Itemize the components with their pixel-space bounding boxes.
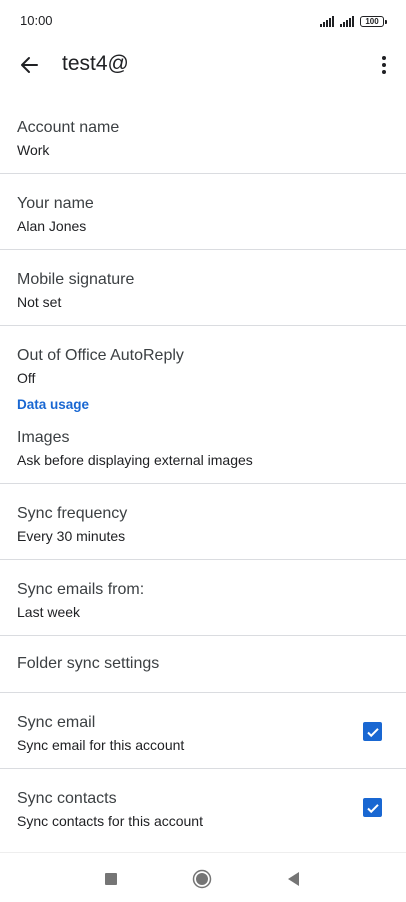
setting-title: Sync contacts — [17, 790, 117, 807]
back-button[interactable] — [14, 50, 44, 80]
setting-summary: Sync email for this account — [17, 737, 185, 753]
setting-sync-email[interactable]: Sync email Sync email for this account — [0, 693, 406, 769]
more-options-button[interactable] — [374, 50, 394, 80]
setting-summary: Not set — [17, 294, 62, 310]
circle-home-icon — [192, 869, 212, 889]
back-nav-button[interactable] — [283, 869, 303, 889]
setting-mobile-signature[interactable]: Mobile signature Not set — [0, 250, 406, 326]
status-time: 10:00 — [20, 13, 53, 28]
setting-sync-contacts[interactable]: Sync contacts Sync contacts for this acc… — [0, 769, 406, 847]
setting-summary: Off — [17, 370, 36, 386]
signal-icon — [320, 15, 334, 27]
setting-summary: Every 30 minutes — [17, 528, 126, 544]
status-bar: 10:00 100 — [0, 0, 406, 40]
setting-title: Folder sync settings — [17, 655, 160, 672]
section-header-data-usage: Data usage — [17, 397, 90, 412]
app-bar: test4@ — [0, 40, 406, 90]
setting-out-of-office[interactable]: Out of Office AutoReply Off — [0, 326, 406, 390]
setting-title: Sync emails from: — [17, 581, 145, 598]
signal-icon — [340, 15, 354, 27]
setting-title: Account name — [17, 119, 120, 136]
setting-sync-emails-from[interactable]: Sync emails from: Last week — [0, 560, 406, 636]
check-icon — [366, 727, 379, 737]
setting-title: Mobile signature — [17, 271, 135, 288]
setting-summary: Ask before displaying external images — [17, 452, 253, 468]
sync-contacts-checkbox[interactable] — [363, 798, 382, 817]
battery-icon: 100 — [360, 16, 387, 27]
setting-sync-frequency[interactable]: Sync frequency Every 30 minutes — [0, 484, 406, 560]
more-vert-icon — [382, 56, 386, 74]
arrow-left-icon — [21, 57, 38, 73]
settings-list: Account name Work Your name Alan Jones M… — [0, 98, 406, 847]
setting-title: Sync frequency — [17, 505, 128, 522]
setting-summary: Work — [17, 142, 50, 158]
system-nav-bar — [0, 852, 406, 902]
setting-title: Your name — [17, 195, 94, 212]
setting-title: Sync email — [17, 714, 96, 731]
page-title: test4@ — [62, 52, 129, 75]
setting-folder-sync[interactable]: Folder sync settings — [0, 636, 406, 693]
setting-summary: Sync contacts for this account — [17, 813, 203, 829]
home-button[interactable] — [192, 869, 212, 889]
sync-email-checkbox[interactable] — [363, 722, 382, 741]
setting-account-name[interactable]: Account name Work — [0, 98, 406, 174]
triangle-back-icon — [288, 872, 299, 886]
square-icon — [105, 873, 117, 885]
setting-title: Out of Office AutoReply — [17, 347, 184, 364]
status-icons: 100 — [320, 13, 387, 27]
setting-images[interactable]: Images Ask before displaying external im… — [0, 420, 406, 484]
setting-title: Images — [17, 429, 70, 446]
recents-button[interactable] — [101, 869, 121, 889]
setting-summary: Last week — [17, 604, 81, 620]
check-icon — [366, 803, 379, 813]
setting-summary: Alan Jones — [17, 218, 87, 234]
setting-your-name[interactable]: Your name Alan Jones — [0, 174, 406, 250]
